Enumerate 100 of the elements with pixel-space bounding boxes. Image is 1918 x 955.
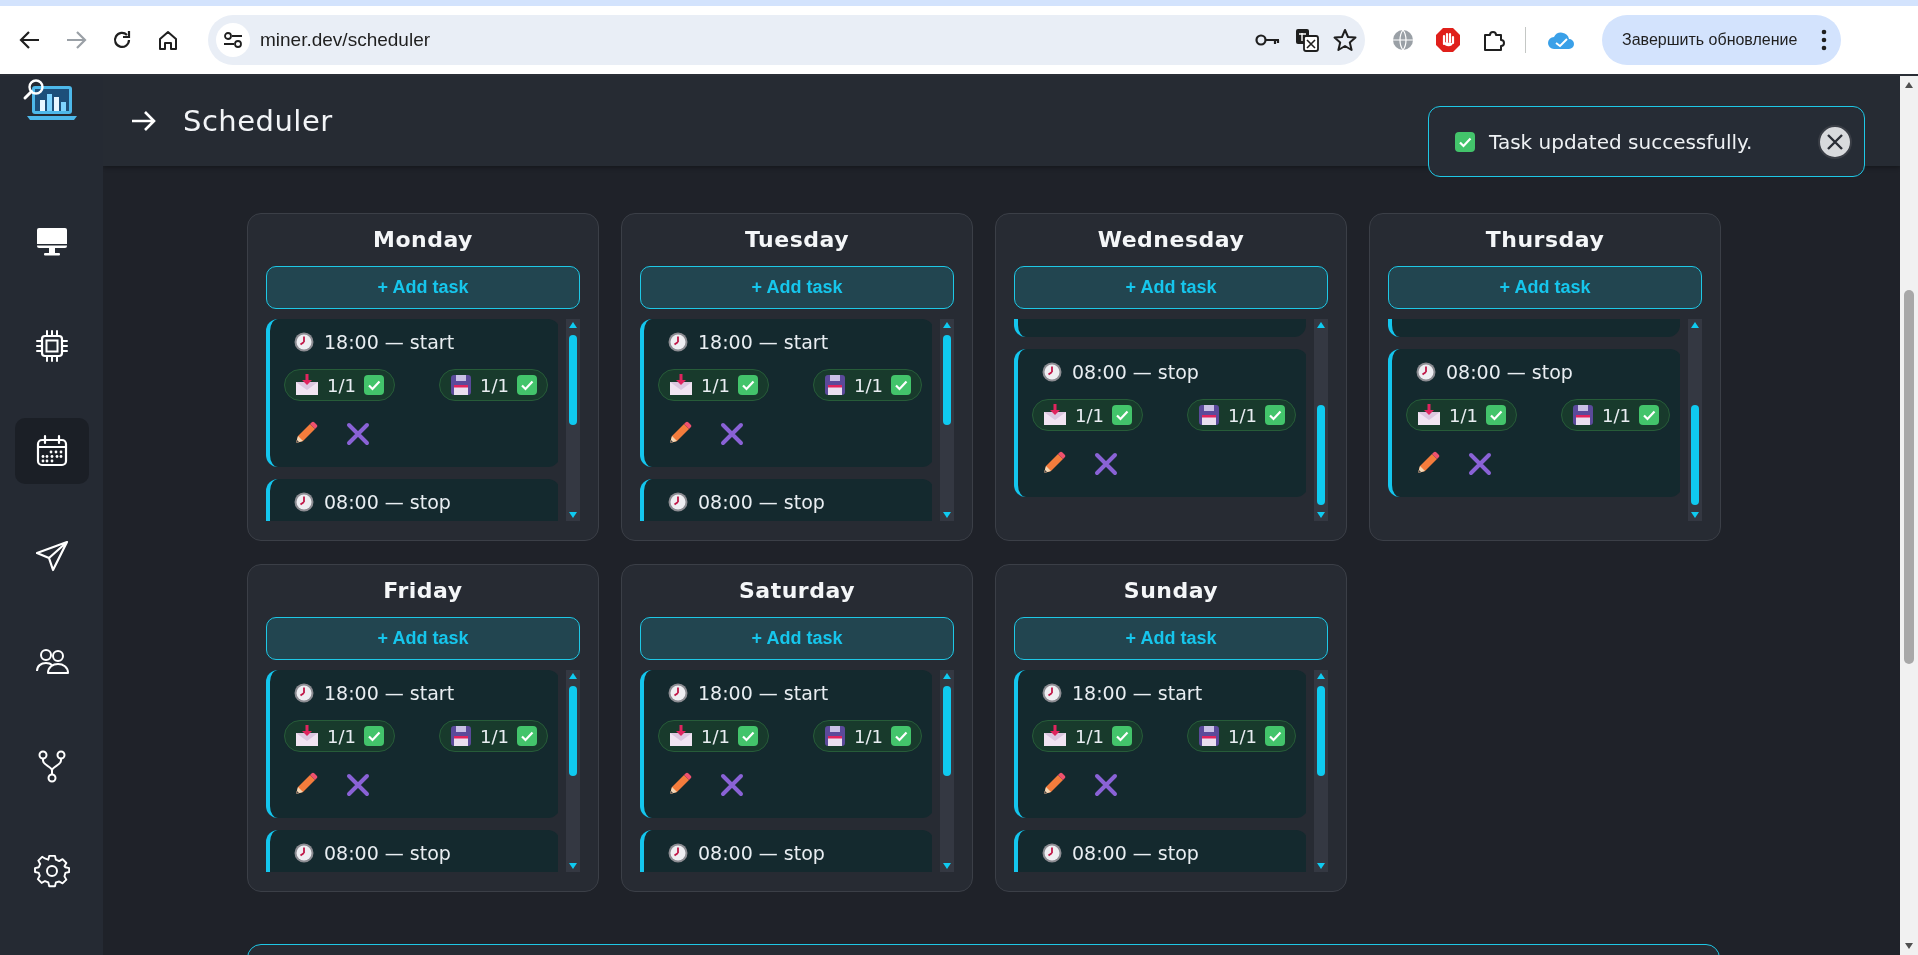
task-time: 18:00 — start (1072, 682, 1203, 704)
close-icon[interactable] (1818, 124, 1852, 159)
page-scrollbar[interactable] (1900, 76, 1918, 955)
task-time: 08:00 — stop (698, 491, 825, 513)
floppy-icon (1198, 404, 1221, 426)
floppy-icon (824, 725, 847, 747)
clock-icon (294, 683, 314, 703)
add-task-button[interactable]: + Add task (266, 617, 580, 660)
globe-icon[interactable] (1391, 28, 1415, 52)
cross-icon[interactable] (1094, 773, 1118, 797)
add-task-button[interactable]: + Add task (640, 617, 954, 660)
back-arrow-icon[interactable] (19, 29, 41, 51)
day-title: Sunday (1122, 577, 1220, 605)
scroll-thumb[interactable] (569, 335, 577, 425)
cross-icon[interactable] (720, 422, 744, 446)
scroll-thumb[interactable] (943, 686, 951, 776)
clock-icon (668, 683, 688, 703)
envelope-icon (1043, 404, 1067, 426)
cross-icon[interactable] (1094, 452, 1118, 476)
day-title: Friday (382, 577, 464, 605)
scroll-thumb[interactable] (569, 686, 577, 776)
floppy-icon (1572, 404, 1595, 426)
address-bar[interactable]: miner.dev/scheduler (208, 15, 1365, 65)
translate-icon[interactable] (1295, 28, 1319, 52)
key-icon[interactable] (1255, 33, 1281, 47)
scrollbar[interactable] (940, 319, 954, 521)
envelope-icon (669, 725, 693, 747)
day-title: Thursday (1484, 226, 1606, 254)
floppy-icon (1198, 725, 1221, 747)
count-text: 1/1 (480, 725, 509, 747)
scrollbar[interactable] (1314, 319, 1328, 521)
count-text: 1/1 (854, 725, 883, 747)
cross-icon[interactable] (346, 773, 370, 797)
scroll-thumb[interactable] (1317, 405, 1325, 505)
toast-message: Task updated successfully. (1489, 129, 1754, 154)
task-time: 08:00 — stop (1072, 361, 1199, 383)
arrow-right-icon[interactable] (131, 110, 157, 132)
envelope-icon (1417, 404, 1441, 426)
cross-icon[interactable] (720, 773, 744, 797)
day-title: Saturday (738, 577, 856, 605)
add-task-button[interactable]: + Add task (1014, 617, 1328, 660)
url-text: miner.dev/scheduler (260, 29, 432, 51)
clock-icon (668, 332, 688, 352)
stop-hand-icon[interactable] (1435, 27, 1461, 53)
scroll-up-icon[interactable] (1904, 80, 1914, 90)
sidebar-item[interactable] (14, 418, 89, 484)
count-text: 1/1 (480, 374, 509, 396)
task-time: 18:00 — start (698, 682, 829, 704)
settings-icon (33, 853, 70, 889)
scrollbar[interactable] (1688, 319, 1702, 521)
home-icon[interactable] (157, 29, 179, 51)
update-button[interactable]: Завершить обновление (1602, 15, 1842, 65)
count-text: 1/1 (701, 725, 730, 747)
scroll-thumb[interactable] (1317, 686, 1325, 776)
scrollbar[interactable] (940, 670, 954, 872)
forward-arrow-icon[interactable] (65, 29, 87, 51)
count-text: 1/1 (327, 374, 356, 396)
clock-icon (668, 843, 688, 863)
scrollbar[interactable] (566, 319, 580, 521)
count-text: 1/1 (854, 374, 883, 396)
scroll-down-icon[interactable] (1904, 941, 1914, 951)
add-task-button[interactable]: + Add task (266, 266, 580, 309)
scrollbar[interactable] (566, 670, 580, 872)
add-task-button[interactable]: + Add task (1388, 266, 1702, 309)
count-text: 1/1 (1228, 725, 1257, 747)
clock-icon (668, 492, 688, 512)
count-text: 1/1 (1449, 404, 1478, 426)
clock-icon (1416, 362, 1436, 382)
envelope-icon (295, 374, 319, 396)
count-text: 1/1 (327, 725, 356, 747)
count-text: 1/1 (1602, 404, 1631, 426)
puzzle-icon[interactable] (1481, 28, 1505, 52)
task-time: 08:00 — stop (1446, 361, 1573, 383)
paper-plane-icon (33, 538, 70, 574)
cross-icon[interactable] (346, 422, 370, 446)
scrollbar[interactable] (1314, 670, 1328, 872)
count-text: 1/1 (1228, 404, 1257, 426)
clock-icon (294, 332, 314, 352)
clock-icon (1042, 843, 1062, 863)
more-icon[interactable] (1821, 29, 1828, 51)
add-task-button[interactable]: + Add task (1014, 266, 1328, 309)
day-title: Wednesday (1096, 226, 1246, 254)
clock-icon (294, 843, 314, 863)
floppy-icon (824, 374, 847, 396)
envelope-icon (295, 725, 319, 747)
star-icon[interactable] (1333, 28, 1357, 52)
chip-icon (33, 328, 70, 364)
site-settings-icon[interactable] (216, 23, 250, 57)
reload-icon[interactable] (111, 29, 133, 51)
cross-icon[interactable] (1468, 452, 1492, 476)
scroll-thumb[interactable] (1691, 405, 1699, 505)
clock-icon (294, 492, 314, 512)
clock-icon (1042, 362, 1062, 382)
scroll-thumb[interactable] (943, 335, 951, 425)
task-time: 08:00 — stop (324, 491, 451, 513)
clock-icon (1042, 683, 1062, 703)
add-task-button[interactable]: + Add task (640, 266, 954, 309)
floppy-icon (450, 374, 473, 396)
task-time: 18:00 — start (324, 682, 455, 704)
scroll-thumb[interactable] (1904, 290, 1914, 664)
